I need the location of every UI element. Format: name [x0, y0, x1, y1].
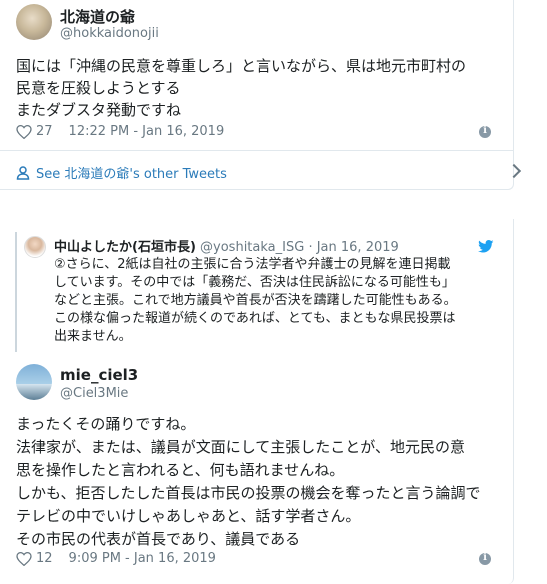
tweet-text-line: 法律家が、または、議員が文面にして主張したことが、地元民の意	[16, 438, 465, 456]
like-count[interactable]: 27	[36, 124, 53, 139]
author-handle[interactable]: @Ciel3Mie	[60, 386, 128, 401]
heart-icon[interactable]	[16, 551, 32, 566]
author-name[interactable]: 北海道の爺	[60, 6, 135, 27]
separator: ·	[308, 240, 313, 255]
avatar[interactable]	[16, 364, 52, 400]
tweet-text-line: その市民の代表が首長であり、議員である	[16, 530, 301, 548]
tweet-timestamp[interactable]: 12:22 PM - Jan 16, 2019	[69, 124, 225, 139]
quoted-text-line: ②さらに、2紙は自社の主張に合う法学者や弁護士の見解を連日掲載	[54, 257, 451, 272]
author-name[interactable]: mie_ciel3	[60, 366, 138, 384]
divider	[0, 150, 514, 151]
tweet-text-line: 国には「沖縄の民意を尊重しろ」と言いながら、県は地元市町村の	[16, 57, 467, 75]
tweet-text-line: 思を操作したと言われると、何も語れませんね。	[16, 461, 345, 479]
heart-icon[interactable]	[16, 124, 32, 139]
quoted-avatar[interactable]	[24, 236, 46, 258]
tweet-meta: 27 12:22 PM - Jan 16, 2019	[16, 124, 224, 139]
twitter-bird-icon[interactable]	[478, 238, 494, 257]
person-icon	[16, 165, 30, 180]
like-count[interactable]: 12	[36, 551, 53, 566]
quoted-author[interactable]: 中山よしたか(石垣市長) @yoshitaka_ISG · Jan 16, 20…	[54, 236, 399, 255]
avatar[interactable]	[16, 4, 52, 40]
quoted-author-handle[interactable]: @yoshitaka_ISG	[200, 240, 304, 255]
tweet-text-line: またダブスタ発動ですね	[16, 101, 182, 119]
see-more-label[interactable]: See 北海道の爺's other Tweets	[36, 163, 227, 182]
quoted-author-name[interactable]: 中山よしたか(石垣市長)	[54, 240, 196, 255]
quoted-text-line: しています。その中では「義務だ、否決は住民訴訟になる可能性も」	[54, 275, 455, 290]
quoted-text-line: この様な偏った報道が続くのであれば、とても、まともな県民投票は	[54, 311, 456, 326]
author-handle[interactable]: @hokkaidonojii	[60, 26, 159, 41]
quoted-text-line: などと主張。これで地方議員や首長が否決を躊躇した可能性もある。	[54, 293, 457, 308]
tweet-text-line: 民意を圧殺しようとする	[16, 79, 181, 97]
tweet-text-line: まったくその踊りですね。	[16, 415, 196, 433]
tweet-meta: 12 9:09 PM - Jan 16, 2019	[16, 551, 216, 566]
tweet-text-line: テレビの中でいけしゃあしゃあと、話す学者さん。	[16, 507, 361, 525]
quoted-date[interactable]: Jan 16, 2019	[317, 240, 399, 255]
info-icon[interactable]	[479, 125, 491, 138]
quoted-text-line: 出来ません。	[54, 329, 132, 344]
info-icon[interactable]	[479, 552, 491, 565]
tweet-timestamp[interactable]: 9:09 PM - Jan 16, 2019	[69, 551, 216, 566]
quote-bar	[15, 232, 17, 352]
tweet-text-line: しかも、拒否したした首長は市民の投票の機会を奪ったと言う論調で	[16, 484, 481, 502]
see-other-tweets-link[interactable]: See 北海道の爺's other Tweets	[16, 163, 227, 182]
